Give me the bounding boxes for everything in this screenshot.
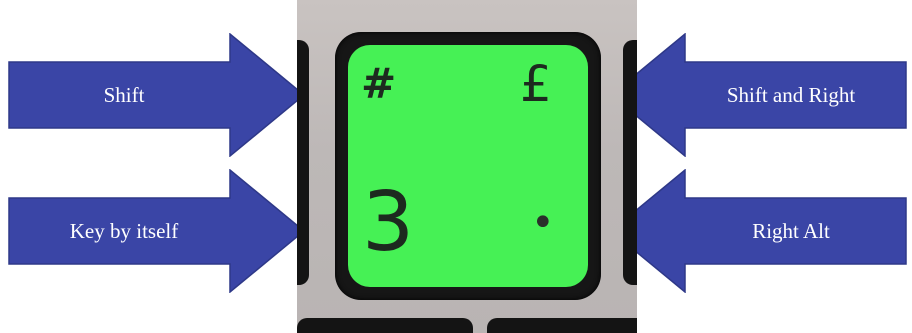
three-glyph: 3 [362, 175, 415, 270]
neighbor-key-right [623, 40, 637, 285]
key-by-itself-label: Key by itself [69, 218, 179, 243]
key-well: # £ 3 • [335, 32, 601, 300]
dot-glyph: • [531, 200, 555, 246]
shift-arrow: Shift [8, 33, 305, 157]
right-alt-label: Right Alt [752, 218, 830, 243]
neighbor-key-bottom-right [487, 318, 637, 333]
hash-glyph: # [361, 59, 397, 108]
neighbor-key-left [297, 40, 309, 285]
neighbor-key-bottom-left [297, 318, 473, 333]
shift-label: Shift [103, 82, 145, 107]
keyboard-key-photo: # £ 3 • [297, 0, 637, 333]
shift-and-right-label: Shift and Right [726, 82, 856, 107]
key-cap: # £ 3 • [348, 45, 588, 287]
right-alt-arrow: Right Alt [610, 169, 907, 293]
shift-and-right-arrow: Shift and Right [610, 33, 907, 157]
key-by-itself-arrow: Key by itself [8, 169, 305, 293]
pound-glyph: £ [520, 55, 552, 113]
